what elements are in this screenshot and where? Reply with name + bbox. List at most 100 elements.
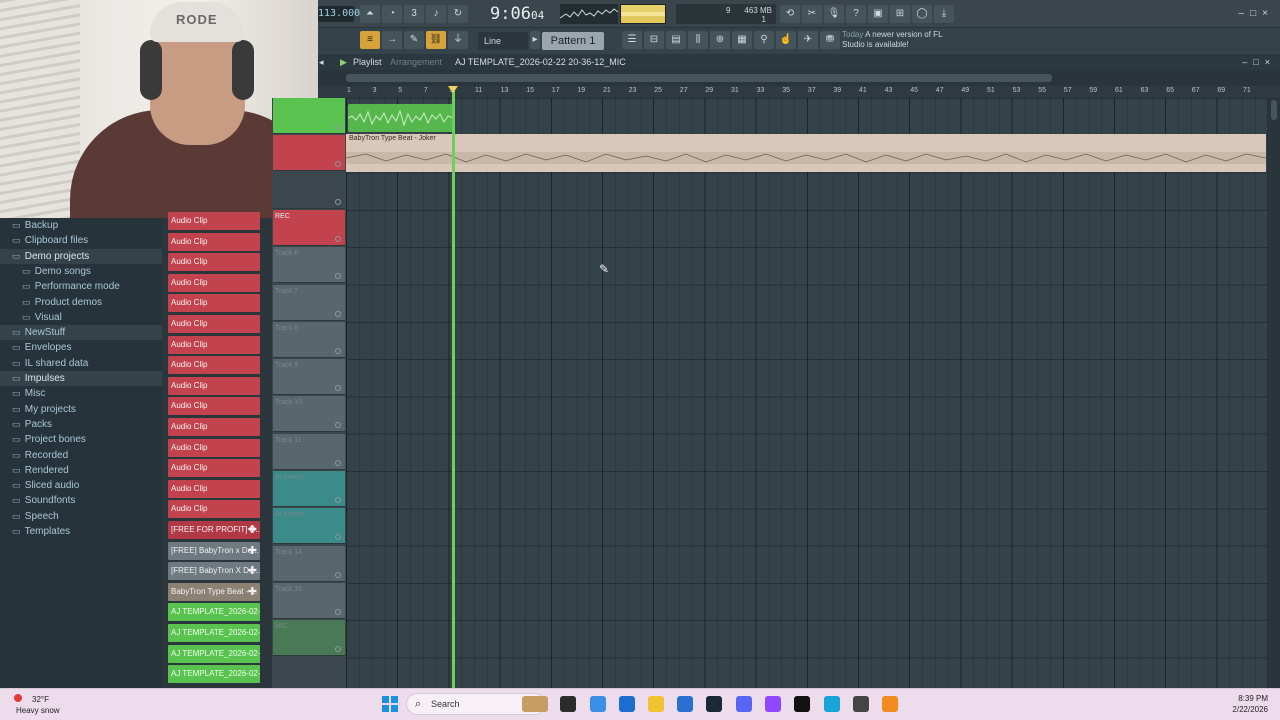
playhead-marker-icon[interactable] bbox=[448, 86, 458, 93]
track-mute-icon[interactable] bbox=[335, 459, 341, 466]
task-view-icon[interactable] bbox=[560, 696, 576, 712]
track-header[interactable]: MIC bbox=[273, 620, 345, 657]
picker-clip[interactable]: Audio Clip bbox=[168, 212, 260, 230]
browser-item[interactable]: ▭ Sliced audio bbox=[12, 478, 79, 493]
playhead[interactable] bbox=[452, 86, 455, 688]
plugin-icon[interactable]: ⊞ bbox=[890, 5, 910, 23]
help-icon[interactable]: ? bbox=[846, 5, 866, 23]
shop-icon[interactable]: ⛃ bbox=[820, 31, 840, 49]
vocal-audio-clip[interactable] bbox=[347, 104, 455, 132]
picker-clip[interactable]: AJ TEMPLATE_2026-02-2... bbox=[168, 644, 260, 663]
track-header[interactable]: Track 14 bbox=[273, 545, 345, 582]
track-header[interactable]: Track 15 bbox=[273, 582, 345, 619]
microphone-icon[interactable]: 🎙 bbox=[824, 5, 844, 23]
plus-icon[interactable]: ✚ bbox=[248, 583, 257, 601]
download-icon[interactable]: ⤓ bbox=[934, 5, 954, 23]
track-mute-icon[interactable] bbox=[335, 198, 341, 205]
track-header[interactable]: Track 9 bbox=[273, 359, 345, 396]
plugin-picker-icon[interactable]: ⚲ bbox=[754, 31, 774, 49]
track-mute-icon[interactable] bbox=[335, 497, 341, 503]
picker-clip[interactable]: Audio Clip bbox=[168, 479, 260, 498]
mixer-icon[interactable]: ☰ bbox=[622, 31, 642, 49]
vertical-scrollbar[interactable] bbox=[1268, 98, 1280, 688]
file-explorer-icon[interactable] bbox=[648, 696, 664, 712]
track-header[interactable]: Track 8 bbox=[273, 321, 345, 358]
picker-clip[interactable]: Audio Clip bbox=[168, 500, 260, 519]
taskbar-clock[interactable]: 8:39 PM 2/22/2026 bbox=[1232, 693, 1268, 715]
beat-audio-clip[interactable]: BabyTron Type Beat - Joker bbox=[346, 134, 1266, 172]
track-header[interactable]: AI preset bbox=[273, 508, 345, 545]
browser-item[interactable]: ▭ NewStuff bbox=[12, 325, 65, 340]
browser-item[interactable]: ▭ IL shared data bbox=[12, 356, 88, 371]
touch-icon[interactable]: ☝ bbox=[776, 31, 796, 49]
browser-item[interactable]: ▭ Clipboard files bbox=[12, 233, 88, 248]
browser-item[interactable]: ▭ Demo songs bbox=[22, 264, 91, 279]
track-mute-icon[interactable] bbox=[335, 273, 341, 280]
track-header[interactable] bbox=[273, 172, 345, 209]
plus-icon[interactable]: ✚ bbox=[248, 542, 257, 560]
browser-item[interactable]: ▭ Rendered bbox=[12, 463, 69, 478]
draw-icon[interactable]: ✎ bbox=[404, 31, 424, 49]
track-mute-icon[interactable] bbox=[335, 235, 341, 242]
capcut-icon[interactable] bbox=[853, 696, 869, 712]
discord-icon[interactable] bbox=[736, 696, 752, 712]
picker-clip[interactable]: Audio Clip bbox=[168, 335, 260, 354]
track-header[interactable]: Track 6 bbox=[273, 247, 345, 284]
pattern-prev-icon[interactable]: ▸ bbox=[530, 31, 540, 49]
mixer-view-icon[interactable]: ⫼ bbox=[688, 31, 708, 49]
playlist-play-icon[interactable]: ▶ bbox=[340, 54, 347, 70]
save-icon[interactable]: ▣ bbox=[868, 5, 888, 23]
fl-studio-icon[interactable] bbox=[882, 696, 898, 712]
piano-roll-icon[interactable]: ▤ bbox=[666, 31, 686, 49]
master-volume-meter[interactable] bbox=[620, 4, 666, 24]
edge-icon[interactable] bbox=[824, 696, 840, 712]
picker-clip[interactable]: [FREE] BabyTron x De... ✚ bbox=[168, 541, 260, 560]
arrangement-label[interactable]: Arrangement bbox=[390, 54, 442, 70]
browser-icon[interactable]: ⊕ bbox=[710, 31, 730, 49]
picker-clip[interactable]: Audio Clip bbox=[168, 418, 260, 436]
browser-item[interactable]: ▭ Demo projects bbox=[12, 249, 89, 264]
browser-item[interactable]: ▭ Speech bbox=[12, 509, 59, 524]
browser-item[interactable]: ▭ Soundfonts bbox=[12, 493, 75, 508]
timeline-ruler[interactable]: 1357911131517192123252729313335373941434… bbox=[318, 86, 1280, 98]
browser-item[interactable]: ▭ Visual bbox=[22, 310, 62, 325]
plus-icon[interactable]: ✚ bbox=[248, 521, 257, 539]
metronome-icon[interactable]: ⏶ bbox=[360, 5, 380, 23]
megaphone-icon[interactable]: ✈ bbox=[798, 31, 818, 49]
playlist-grid[interactable] bbox=[346, 98, 1268, 688]
vscroll-thumb[interactable] bbox=[1271, 100, 1277, 120]
picker-clip[interactable]: Audio Clip bbox=[168, 459, 260, 478]
browser-item[interactable]: ▭ Recorded bbox=[12, 448, 68, 463]
plus-icon[interactable]: ✚ bbox=[248, 562, 257, 580]
track-mute-icon[interactable] bbox=[335, 385, 341, 392]
picker-clip[interactable]: [FREE FOR PROFIT] D... ✚ bbox=[168, 521, 260, 539]
picker-clip[interactable]: Audio Clip bbox=[168, 294, 260, 313]
picker-clip[interactable]: Audio Clip bbox=[168, 273, 260, 292]
picker-clip[interactable]: Audio Clip bbox=[168, 438, 260, 457]
snap-selector[interactable]: Line bbox=[478, 32, 528, 50]
project-icon[interactable]: ▦ bbox=[732, 31, 752, 49]
outlook-icon[interactable] bbox=[677, 696, 693, 712]
picker-clip[interactable]: Audio Clip bbox=[168, 376, 260, 395]
weather-widget[interactable]: 32°F Heavy snow bbox=[14, 694, 60, 716]
undo-history-icon[interactable]: ⟲ bbox=[780, 5, 800, 23]
track-header[interactable]: AI preset bbox=[273, 471, 345, 507]
browser-item[interactable]: ▭ My projects bbox=[12, 402, 76, 417]
loop-record-icon[interactable]: ↻ bbox=[448, 5, 468, 23]
stamp-icon[interactable]: ⏚ bbox=[448, 31, 468, 49]
picker-clip[interactable]: BabyTron Type Beat - ... ✚ bbox=[168, 582, 260, 601]
picker-clip[interactable]: Audio Clip bbox=[168, 356, 260, 375]
track-mute-icon[interactable] bbox=[335, 310, 341, 317]
browser-item[interactable]: ▭ Impulses bbox=[12, 371, 65, 386]
browser-item[interactable]: ▭ Packs bbox=[12, 417, 52, 432]
copilot-icon[interactable] bbox=[590, 696, 606, 712]
picker-clip[interactable]: Audio Clip bbox=[168, 232, 260, 251]
browser-item[interactable]: ▭ Project bones bbox=[12, 432, 86, 447]
tempo-display[interactable]: 113.000 bbox=[318, 6, 360, 22]
picker-clip[interactable]: AJ TEMPLATE_2026-02-2... bbox=[168, 603, 260, 622]
track-mute-icon[interactable] bbox=[335, 347, 341, 354]
playlist-icon[interactable]: ≡ bbox=[360, 31, 380, 49]
picker-clip[interactable]: AJ TEMPLATE_2026-02-2... bbox=[168, 665, 260, 684]
track-header[interactable] bbox=[273, 135, 345, 172]
playlist-collapse-icon[interactable]: ◂ bbox=[319, 54, 324, 70]
